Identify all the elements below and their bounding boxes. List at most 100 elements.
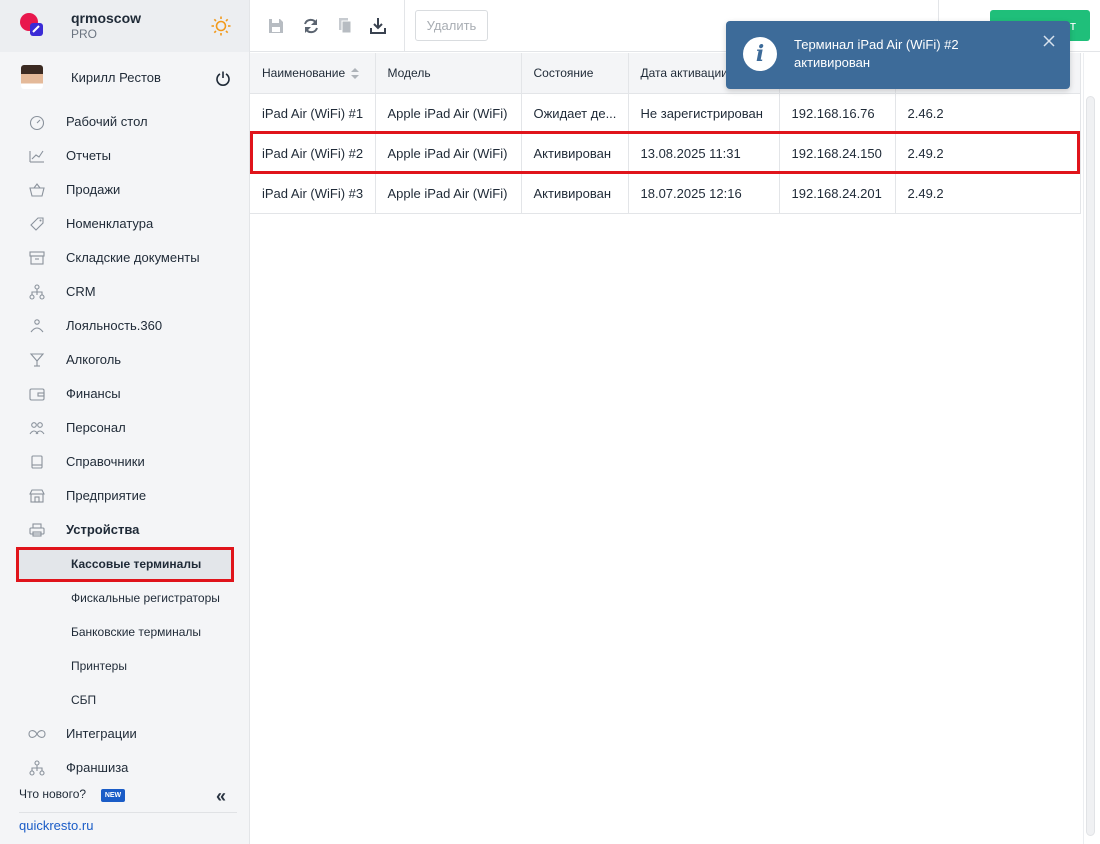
- table-row[interactable]: iPad Air (WiFi) #1 Apple iPad Air (WiFi)…: [250, 93, 1081, 134]
- nav-label: Лояльность.360: [66, 318, 163, 333]
- subnav-label: Фискальные регистраторы: [71, 591, 220, 605]
- wallet-icon: [29, 388, 45, 401]
- gauge-icon: [29, 115, 45, 130]
- cell-version: 2.49.2: [895, 133, 1081, 174]
- cell-status: Активирован: [521, 133, 629, 174]
- table-row[interactable]: iPad Air (WiFi) #3 Apple iPad Air (WiFi)…: [250, 173, 1081, 214]
- toolbar-divider: [404, 0, 405, 52]
- subnav-item-printers[interactable]: Принтеры: [18, 651, 232, 681]
- power-icon[interactable]: [215, 70, 231, 86]
- nav-label: CRM: [66, 284, 96, 299]
- toast-notification: i Терминал iPad Air (WiFi) #2 активирова…: [726, 21, 1070, 89]
- subnav-item-fiscal-registers[interactable]: Фискальные регистраторы: [18, 583, 232, 613]
- cell-version: 2.49.2: [895, 173, 1081, 214]
- book-icon: [31, 455, 43, 469]
- sun-icon[interactable]: [211, 16, 231, 36]
- cell-model: Apple iPad Air (WiFi): [375, 173, 522, 214]
- archive-icon: [29, 251, 45, 265]
- user-profile[interactable]: Кирилл Рестов: [0, 60, 249, 96]
- subnav-item-sbp[interactable]: СБП: [18, 685, 232, 715]
- cell-model: Apple iPad Air (WiFi): [375, 93, 522, 134]
- cell-status: Ожидает де...: [521, 93, 629, 134]
- subnav-label: Принтеры: [71, 659, 127, 673]
- people-icon: [29, 422, 45, 435]
- save-icon[interactable]: [266, 16, 286, 36]
- nav-item-enterprise[interactable]: Предприятие: [0, 481, 249, 511]
- column-label: Наименование: [262, 65, 346, 80]
- hierarchy-icon: [29, 760, 45, 776]
- nav-label: Франшиза: [66, 760, 129, 775]
- whats-new-link[interactable]: Что нового?: [19, 787, 86, 801]
- info-icon: i: [743, 37, 777, 71]
- org-name: qrmoscow: [71, 10, 142, 26]
- sidebar: qrmoscow PRO Кирилл Рестов Рабочий стол …: [0, 0, 250, 844]
- user-name: Кирилл Рестов: [71, 70, 161, 85]
- nav-item-nomenclature[interactable]: Номенклатура: [0, 209, 249, 239]
- toast-message: Терминал iPad Air (WiFi) #2 активирован: [794, 37, 959, 70]
- org-plan: PRO: [71, 27, 98, 41]
- subnav-item-bank-terminals[interactable]: Банковские терминалы: [18, 617, 232, 647]
- cell-name: iPad Air (WiFi) #3: [250, 173, 376, 214]
- site-link[interactable]: quickresto.ru: [19, 818, 93, 833]
- cell-name: iPad Air (WiFi) #2: [250, 133, 376, 174]
- nav-label: Складские документы: [66, 250, 200, 265]
- avatar: [21, 65, 43, 89]
- logo-icon: [20, 13, 43, 36]
- nav-item-finance[interactable]: Финансы: [0, 379, 249, 409]
- cell-ip: 192.168.24.150: [779, 133, 896, 174]
- copy-icon[interactable]: [335, 16, 355, 36]
- refresh-icon[interactable]: [301, 16, 321, 36]
- subnav-label: Кассовые терминалы: [71, 557, 202, 571]
- nav-item-warehouse-docs[interactable]: Складские документы: [0, 243, 249, 273]
- cell-model: Apple iPad Air (WiFi): [375, 133, 522, 174]
- nav-item-alcohol[interactable]: Алкоголь: [0, 345, 249, 375]
- cocktail-icon: [29, 353, 45, 367]
- nav-label: Номенклатура: [66, 216, 154, 231]
- download-icon[interactable]: [368, 16, 388, 36]
- nav-item-integrations[interactable]: Интеграции: [0, 719, 249, 749]
- nav-item-staff[interactable]: Персонал: [0, 413, 249, 443]
- tag-icon: [30, 217, 44, 231]
- subnav-item-pos-terminals[interactable]: Кассовые терминалы: [18, 549, 232, 579]
- nav-label: Продажи: [66, 182, 121, 197]
- nav-label: Справочники: [66, 454, 145, 469]
- nav-label: Устройства: [66, 522, 140, 537]
- nav-item-reports[interactable]: Отчеты: [0, 141, 249, 171]
- infinity-icon: [28, 730, 46, 738]
- nav-label: Интеграции: [66, 726, 137, 741]
- nav-item-dashboard[interactable]: Рабочий стол: [0, 107, 249, 137]
- nav-label: Финансы: [66, 386, 121, 401]
- collapse-sidebar-icon[interactable]: «: [216, 786, 226, 807]
- cell-status: Активирован: [521, 173, 629, 214]
- cell-activation-date: Не зарегистрирован: [628, 93, 780, 134]
- subnav-label: Банковские терминалы: [71, 625, 202, 639]
- cell-ip: 192.168.24.201: [779, 173, 896, 214]
- scrollbar-thumb[interactable]: [1086, 96, 1095, 836]
- cell-activation-date: 18.07.2025 12:16: [628, 173, 780, 214]
- divider: [19, 812, 237, 813]
- nav-label: Предприятие: [66, 488, 147, 503]
- cell-name: iPad Air (WiFi) #1: [250, 93, 376, 134]
- sort-icon[interactable]: [351, 68, 360, 80]
- printer-icon: [29, 523, 45, 537]
- delete-button[interactable]: Удалить: [415, 10, 488, 41]
- nav-item-sales[interactable]: Продажи: [0, 175, 249, 205]
- cell-ip: 192.168.16.76: [779, 93, 896, 134]
- nav-label: Рабочий стол: [66, 114, 148, 129]
- store-icon: [29, 489, 45, 503]
- loyalty-icon: [30, 319, 44, 333]
- hierarchy-icon: [29, 284, 45, 300]
- brand-header[interactable]: qrmoscow PRO: [0, 0, 249, 52]
- nav-item-devices[interactable]: Устройства: [0, 515, 249, 545]
- cell-version: 2.46.2: [895, 93, 1081, 134]
- column-header-name[interactable]: Наименование: [250, 53, 376, 94]
- nav-item-franchise[interactable]: Франшиза: [0, 753, 249, 783]
- column-header-model[interactable]: Модель: [375, 53, 522, 94]
- table-row[interactable]: iPad Air (WiFi) #2 Apple iPad Air (WiFi)…: [250, 133, 1081, 174]
- column-header-status[interactable]: Состояние: [521, 53, 629, 94]
- nav-item-crm[interactable]: CRM: [0, 277, 249, 307]
- close-icon[interactable]: [1042, 34, 1056, 48]
- nav-item-loyalty[interactable]: Лояльность.360: [0, 311, 249, 341]
- nav-item-references[interactable]: Справочники: [0, 447, 249, 477]
- nav-label: Алкоголь: [66, 352, 122, 367]
